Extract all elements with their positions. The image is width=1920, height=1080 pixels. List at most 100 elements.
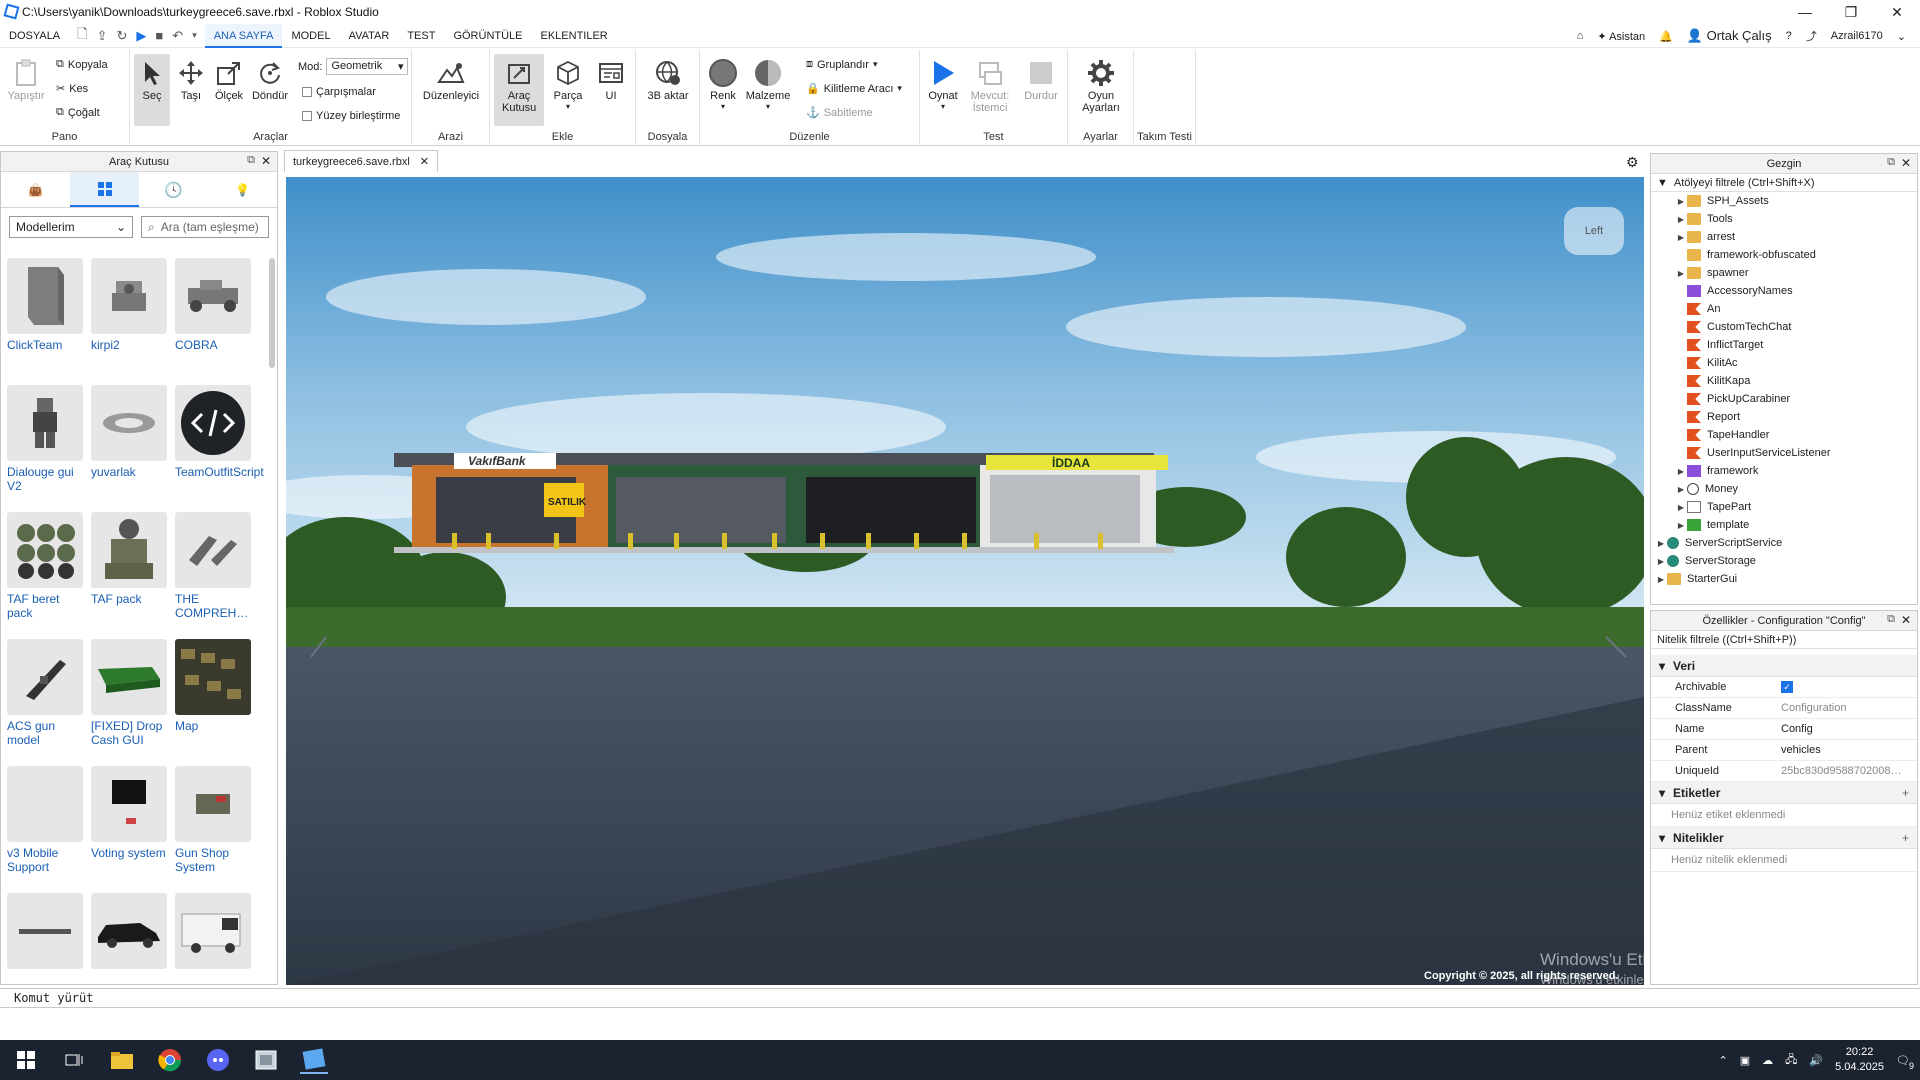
close-icon[interactable]: ✕ <box>420 155 429 168</box>
explorer-node[interactable]: ▶ template <box>1651 516 1917 534</box>
material-button[interactable]: Malzeme ▾ <box>744 54 792 111</box>
menu-view[interactable]: GÖRÜNTÜLE <box>444 24 531 48</box>
close-icon[interactable]: ✕ <box>1901 156 1911 170</box>
username-menu[interactable]: Azrail6170 <box>1831 30 1883 42</box>
windows-start-icon[interactable] <box>12 1046 40 1074</box>
toolbox-item[interactable]: COBRA <box>175 258 251 385</box>
color-button[interactable]: Renk ▾ <box>704 54 742 111</box>
section-data[interactable]: ▾ Veri <box>1651 655 1917 677</box>
paste-button[interactable]: Yapıştır <box>6 54 46 102</box>
viewport-settings-icon[interactable]: ⚙ <box>1626 154 1639 171</box>
toolbox-item[interactable]: TAF beret pack <box>7 512 83 639</box>
maximize-button[interactable]: ❐ <box>1828 0 1874 24</box>
task-view-icon[interactable] <box>60 1046 88 1074</box>
publish-icon[interactable]: ⇪ <box>97 28 108 44</box>
view-cube[interactable]: Left <box>1564 207 1624 255</box>
explorer-node[interactable]: ▶ Tools <box>1651 210 1917 228</box>
speaker-icon[interactable]: 🔊 <box>1809 1054 1823 1067</box>
explorer-node[interactable]: PickUpCarabiner <box>1651 390 1917 408</box>
property-row[interactable]: Name Config <box>1651 719 1917 740</box>
expand-arrow-icon[interactable]: ▶ <box>1675 521 1687 530</box>
explorer-node[interactable]: CustomTechChat <box>1651 318 1917 336</box>
toolbox-item[interactable]: Voting system <box>91 766 167 893</box>
stop-icon[interactable]: ■ <box>155 28 163 43</box>
stop-button[interactable]: Durdur <box>1018 54 1064 102</box>
expand-arrow-icon[interactable]: ▶ <box>1675 233 1687 242</box>
explorer-node[interactable]: Report <box>1651 408 1917 426</box>
select-tool-button[interactable]: Seç <box>134 54 170 126</box>
play-button[interactable]: Oynat ▾ <box>924 54 962 111</box>
toolbox-item[interactable]: ClickTeam <box>7 258 83 385</box>
toolbox-item[interactable]: Gun Shop System <box>175 766 251 893</box>
property-row[interactable]: Parent vehicles <box>1651 740 1917 761</box>
chevron-up-icon[interactable]: ⌃ <box>1719 1054 1728 1067</box>
explorer-filter-input[interactable]: ▼ Atölyeyi filtrele (Ctrl+Shift+X) <box>1651 174 1917 192</box>
expand-arrow-icon[interactable]: ▶ <box>1675 467 1687 476</box>
toolbox-item[interactable]: v3 Mobile Support <box>7 766 83 893</box>
import-3d-button[interactable]: 3B aktar <box>642 54 694 102</box>
cut-button[interactable]: ✂ Kes <box>56 82 88 96</box>
add-attribute-icon[interactable]: + <box>1902 831 1909 845</box>
menu-file[interactable]: DOSYALA <box>0 24 69 48</box>
share-icon[interactable]: ⤴ <box>1806 28 1817 44</box>
explorer-node[interactable]: ▶ ServerStorage <box>1651 552 1917 570</box>
explorer-node[interactable]: ▶ framework <box>1651 462 1917 480</box>
chevron-down-icon[interactable]: ▾ <box>192 30 197 41</box>
explorer-node[interactable]: An <box>1651 300 1917 318</box>
expand-arrow-icon[interactable]: ▶ <box>1675 215 1687 224</box>
explorer-node[interactable]: framework-obfuscated <box>1651 246 1917 264</box>
collisions-toggle[interactable]: Çarpışmalar <box>302 86 376 98</box>
toolbox-item[interactable]: ACS gun model <box>7 639 83 766</box>
expand-arrow-icon[interactable]: ▶ <box>1655 539 1667 548</box>
group-button[interactable]: ⧈ Gruplandır ▾ <box>806 58 878 71</box>
undo-icon[interactable]: ↶ <box>172 28 183 44</box>
toolbox-item[interactable]: Dialouge gui V2 <box>7 385 83 512</box>
menu-avatar[interactable]: AVATAR <box>340 24 399 48</box>
mode-selector[interactable]: Mod: Geometrik ▾ <box>298 58 409 75</box>
document-tab[interactable]: turkeygreece6.save.rbxl ✕ <box>284 150 438 172</box>
explorer-node[interactable]: ▶ SPH_Assets <box>1651 192 1917 210</box>
3d-viewport[interactable]: VakıfBank SATILIK İDDAA Left Copyright ©… <box>286 177 1644 985</box>
tab-creations[interactable]: 💡 <box>208 172 277 207</box>
toolbox-item[interactable]: TeamOutfitScript <box>175 385 264 512</box>
property-row[interactable]: Archivable ✓ <box>1651 677 1917 698</box>
terrain-editor-button[interactable]: Düzenleyici <box>420 54 482 102</box>
toolbox-item[interactable]: yuvarlak <box>91 385 167 512</box>
chevron-down-icon[interactable]: ⌄ <box>1897 30 1906 43</box>
explorer-node[interactable]: ▶ arrest <box>1651 228 1917 246</box>
explorer-node[interactable]: ▶ TapePart <box>1651 498 1917 516</box>
explorer-node[interactable]: ▶ ServerScriptService <box>1651 534 1917 552</box>
collab-button[interactable]: 👤 Ortak Çalış <box>1687 28 1772 44</box>
surface-join-toggle[interactable]: Yüzey birleştirme <box>302 110 400 122</box>
category-dropdown[interactable]: Modellerim ⌄ <box>9 216 133 238</box>
roblox-studio-icon[interactable] <box>300 1046 328 1074</box>
new-file-icon[interactable]: 🗋 <box>77 25 87 47</box>
surface-join-checkbox[interactable] <box>302 111 312 121</box>
assistant-button[interactable]: ✦ Asistan <box>1597 30 1645 43</box>
undock-icon[interactable]: ⧉ <box>247 154 255 167</box>
file-explorer-icon[interactable] <box>108 1046 136 1074</box>
explorer-node[interactable]: InflictTarget <box>1651 336 1917 354</box>
play-icon[interactable]: ▶ <box>136 28 146 44</box>
section-attributes[interactable]: ▾ Nitelikler + <box>1651 827 1917 849</box>
property-value[interactable]: 25bc830d9588702008… <box>1781 765 1917 777</box>
explorer-node[interactable]: ▶ spawner <box>1651 264 1917 282</box>
explorer-node[interactable]: UserInputServiceListener <box>1651 444 1917 462</box>
section-tags[interactable]: ▾ Etiketler + <box>1651 782 1917 804</box>
archivable-checkbox[interactable]: ✓ <box>1781 681 1793 693</box>
help-icon[interactable]: ? <box>1786 30 1792 42</box>
lock-tool-button[interactable]: 🔒 Kilitleme Aracı ▾ <box>806 82 902 96</box>
chrome-icon[interactable] <box>156 1046 184 1074</box>
close-icon[interactable]: ✕ <box>1901 613 1911 627</box>
scale-tool-button[interactable]: Ölçek <box>212 54 246 102</box>
tab-marketplace[interactable]: 👜 <box>1 172 70 207</box>
expand-arrow-icon[interactable]: ▶ <box>1675 269 1687 278</box>
move-tool-button[interactable]: Taşı <box>174 54 208 102</box>
property-row[interactable]: UniqueId 25bc830d9588702008… <box>1651 761 1917 782</box>
redo-icon[interactable]: ↻ <box>117 28 128 44</box>
network-icon[interactable]: 🖧 <box>1785 1051 1797 1070</box>
explorer-node[interactable]: KilitAc <box>1651 354 1917 372</box>
close-window-button[interactable]: ✕ <box>1874 0 1920 24</box>
duplicate-button[interactable]: ⧉ Çoğalt <box>56 106 100 119</box>
menu-test[interactable]: TEST <box>398 24 444 48</box>
